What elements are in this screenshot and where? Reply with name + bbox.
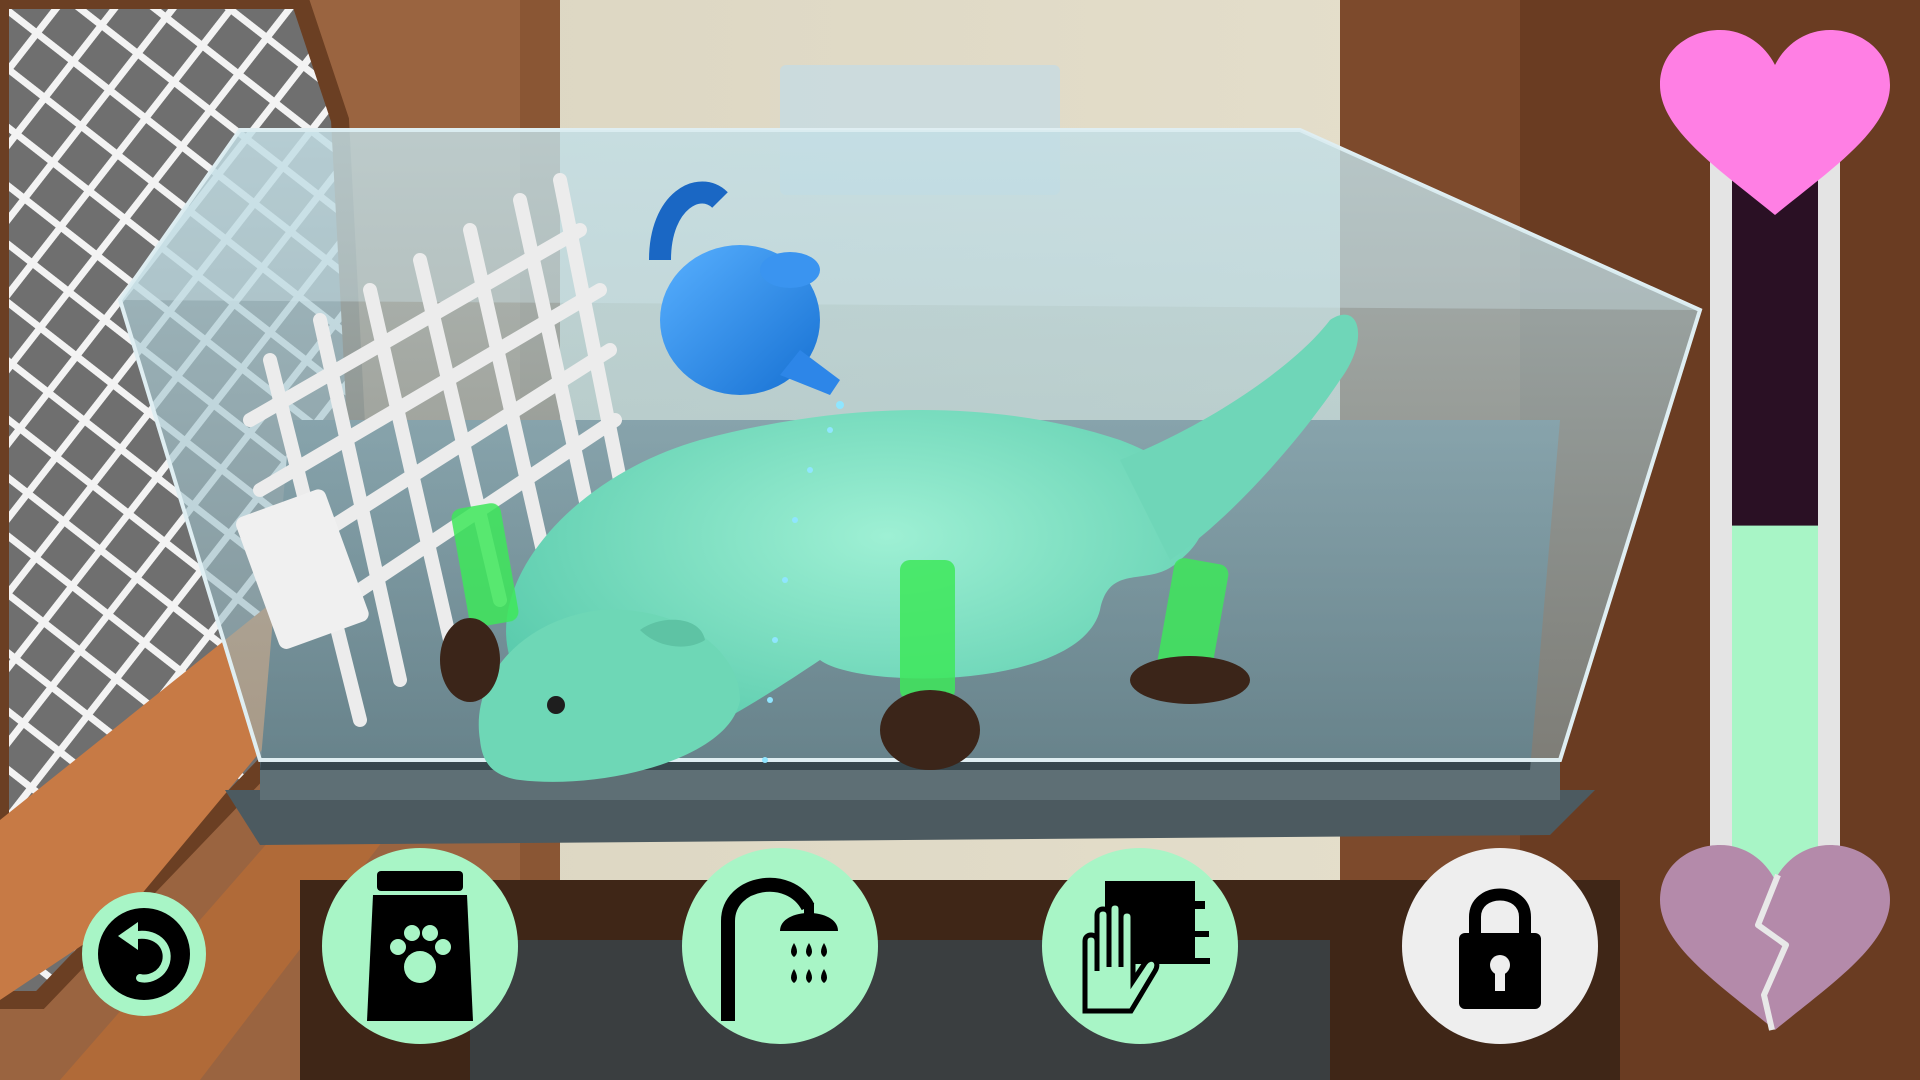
happiness-meter bbox=[1660, 30, 1890, 1040]
undo-arrow-icon bbox=[98, 908, 190, 1000]
game-scene bbox=[0, 0, 1920, 1080]
shower-button[interactable] bbox=[682, 848, 878, 1044]
shower-icon bbox=[721, 877, 838, 1021]
back-button[interactable] bbox=[82, 892, 206, 1016]
food-bag-paw-icon bbox=[367, 871, 473, 1021]
hand-petting-icon bbox=[1082, 881, 1210, 1014]
feed-button[interactable] bbox=[322, 848, 518, 1044]
padlock-icon bbox=[1459, 888, 1541, 1009]
pink-heart-icon bbox=[1660, 30, 1890, 215]
locked-button[interactable] bbox=[1402, 848, 1598, 1044]
pet-button[interactable] bbox=[1042, 848, 1238, 1044]
meter-fill bbox=[1732, 525, 1818, 900]
